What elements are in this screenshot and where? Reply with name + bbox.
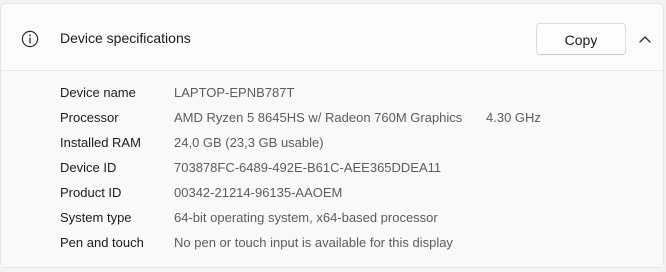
spec-value: AMD Ryzen 5 8645HS w/ Radeon 760M Graphi…	[174, 110, 463, 125]
device-specifications-header[interactable]: Device specifications Copy	[1, 4, 663, 71]
spec-label: Product ID	[60, 185, 122, 200]
copy-button[interactable]: Copy	[536, 23, 626, 55]
chevron-up-icon[interactable]	[637, 33, 653, 45]
spec-label: Processor	[60, 110, 119, 125]
section-title: Device specifications	[60, 30, 191, 46]
spec-value: LAPTOP-EPNB787T	[174, 85, 295, 100]
spec-label: Installed RAM	[60, 135, 141, 150]
spec-label: System type	[60, 210, 132, 225]
spec-label: Device ID	[60, 160, 117, 175]
spec-value: No pen or touch input is available for t…	[174, 235, 453, 250]
spec-clock-speed: 4.30 GHz	[486, 110, 541, 125]
spec-value: 00342-21214-96135-AAOEM	[174, 185, 343, 200]
specifications-list: Device name LAPTOP-EPNB787T Processor AM…	[1, 71, 663, 267]
spec-value: 24,0 GB (23,3 GB usable)	[174, 135, 324, 150]
spec-label: Pen and touch	[60, 235, 144, 250]
spec-value: 64-bit operating system, x64-based proce…	[174, 210, 438, 225]
device-specifications-card: Device specifications Copy Device name L…	[0, 3, 664, 268]
spec-value: 703878FC-6489-492E-B61C-AEE365DDEA11	[174, 160, 442, 175]
info-icon	[21, 30, 39, 48]
spec-label: Device name	[60, 85, 136, 100]
